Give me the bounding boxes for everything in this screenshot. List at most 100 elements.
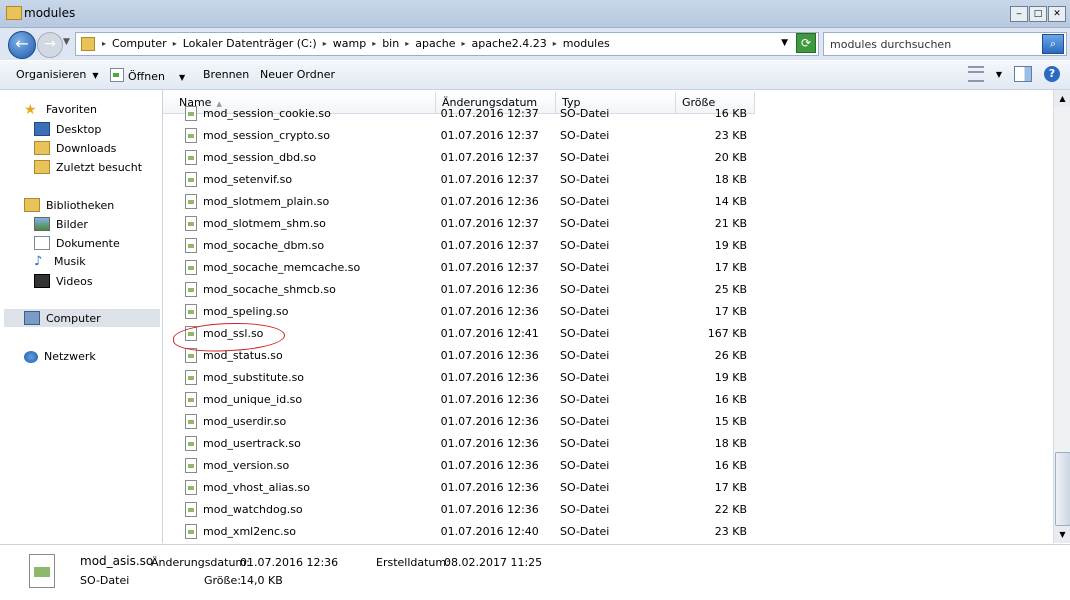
file-row[interactable]: mod_userdir.so 01.07.2016 12:36 SO-Datei 15… xyxy=(163,410,753,432)
file-name-cell: mod_slotmem_shm.so xyxy=(163,215,435,231)
breadcrumb-item[interactable]: wamp xyxy=(333,37,366,50)
search-input[interactable]: modules durchsuchen ⌕ xyxy=(823,32,1067,56)
file-type: SO-Datei xyxy=(560,172,610,186)
vertical-scrollbar[interactable]: ▲ ▼ xyxy=(1053,90,1070,543)
file-icon xyxy=(29,554,55,588)
file-name: mod_userdir.so xyxy=(203,414,287,428)
scroll-down-icon[interactable]: ▼ xyxy=(1054,526,1070,543)
nav-videos[interactable]: Videos xyxy=(34,274,93,288)
back-button[interactable]: ← xyxy=(8,31,36,59)
file-row[interactable]: mod_ssl.so 01.07.2016 12:41 SO-Datei 167 KB xyxy=(163,322,753,344)
burn-button[interactable]: Brennen xyxy=(203,68,249,81)
file-type: SO-Datei xyxy=(560,282,610,296)
file-size: 16 KB xyxy=(714,106,747,120)
chevron-right-icon[interactable]: ▸ xyxy=(173,39,177,48)
chevron-down-icon[interactable]: ▼ xyxy=(996,70,1002,79)
file-row[interactable]: mod_socache_dbm.so 01.07.2016 12:37 SO-Dat… xyxy=(163,234,753,256)
file-name-cell: mod_watchdog.so xyxy=(163,501,435,517)
breadcrumb[interactable]: ▸ Computer ▸ Lokaler Datenträger (C:) ▸ wamp ▸… xyxy=(75,32,819,56)
file-row[interactable]: mod_unique_id.so 01.07.2016 12:36 SO-Datei… xyxy=(163,388,753,410)
file-name-cell: mod_socache_memcache.so xyxy=(163,259,435,275)
preview-pane-icon[interactable] xyxy=(1014,66,1032,82)
file-icon xyxy=(185,215,197,231)
chevron-right-icon[interactable]: ▸ xyxy=(323,39,327,48)
scrollbar-thumb[interactable] xyxy=(1055,452,1070,526)
file-type: SO-Datei xyxy=(560,480,610,494)
nav-music[interactable]: ♪ Musik xyxy=(34,255,86,269)
file-list: Name ▲ Änderungsdatum Typ Größe mod_sessi… xyxy=(163,90,1053,543)
chevron-right-icon[interactable]: ▸ xyxy=(405,39,409,48)
file-row[interactable]: mod_watchdog.so 01.07.2016 12:36 SO-Datei 2… xyxy=(163,498,753,520)
view-details-icon[interactable] xyxy=(967,66,984,82)
search-icon[interactable]: ⌕ xyxy=(1042,34,1064,54)
details-modified-value: 01.07.2016 12:36 xyxy=(240,556,339,569)
file-name: mod_xml2enc.so xyxy=(203,524,296,538)
file-type: SO-Datei xyxy=(560,392,610,406)
file-row[interactable]: mod_version.so 01.07.2016 12:36 SO-Datei 16… xyxy=(163,454,753,476)
breadcrumb-item[interactable]: apache xyxy=(415,37,455,50)
file-icon xyxy=(185,127,197,143)
file-name-cell: mod_session_dbd.so xyxy=(163,149,435,165)
file-type: SO-Datei xyxy=(560,260,610,274)
file-row[interactable]: mod_session_crypto.so 01.07.2016 12:37 SO-… xyxy=(163,124,753,146)
file-row[interactable]: mod_session_cookie.so 01.07.2016 12:37 SO-… xyxy=(163,102,753,124)
file-row[interactable]: mod_socache_shmcb.so 01.07.2016 12:36 SO-D… xyxy=(163,278,753,300)
file-name-cell: mod_session_cookie.so xyxy=(163,105,435,121)
file-size: 25 KB xyxy=(714,282,747,296)
scroll-up-icon[interactable]: ▲ xyxy=(1054,90,1070,107)
nav-documents[interactable]: Dokumente xyxy=(34,236,120,250)
open-button[interactable]: Öffnen ▼ xyxy=(110,68,185,83)
maximize-button[interactable]: □ xyxy=(1029,6,1047,22)
chevron-right-icon[interactable]: ▸ xyxy=(553,39,557,48)
nav-recent[interactable]: Zuletzt besucht xyxy=(34,160,142,174)
file-type: SO-Datei xyxy=(560,326,610,340)
new-folder-button[interactable]: Neuer Ordner xyxy=(260,68,335,81)
chevron-right-icon[interactable]: ▸ xyxy=(462,39,466,48)
address-dropdown-icon[interactable]: ▼ xyxy=(781,38,788,48)
refresh-button[interactable]: ⟳ xyxy=(796,33,816,53)
breadcrumb-item[interactable]: bin xyxy=(382,37,399,50)
file-date: 01.07.2016 12:36 xyxy=(440,392,539,406)
chevron-right-icon[interactable]: ▸ xyxy=(102,39,106,48)
folder-icon xyxy=(6,6,22,20)
file-name: mod_ssl.so xyxy=(203,326,264,340)
forward-button[interactable]: → xyxy=(37,32,63,58)
file-row[interactable]: mod_slotmem_plain.so 01.07.2016 12:36 SO-D… xyxy=(163,190,753,212)
file-row[interactable]: mod_setenvif.so 01.07.2016 12:37 SO-Datei 1… xyxy=(163,168,753,190)
nav-computer[interactable]: Computer xyxy=(4,309,160,327)
nav-desktop[interactable]: Desktop xyxy=(34,122,101,136)
recent-pages-dropdown-icon[interactable]: ▼ xyxy=(63,37,70,47)
minimize-button[interactable]: ‒ xyxy=(1010,6,1028,22)
window-title: modules xyxy=(24,6,76,20)
breadcrumb-item[interactable]: Lokaler Datenträger (C:) xyxy=(183,37,317,50)
file-name: mod_substitute.so xyxy=(203,370,305,384)
file-row[interactable]: mod_slotmem_shm.so 01.07.2016 12:37 SO-Dat… xyxy=(163,212,753,234)
breadcrumb-item[interactable]: modules xyxy=(563,37,610,50)
file-row[interactable]: mod_speling.so 01.07.2016 12:36 SO-Datei 17… xyxy=(163,300,753,322)
nav-favorites[interactable]: ★ Favoriten xyxy=(24,103,97,117)
breadcrumb-item[interactable]: apache2.4.23 xyxy=(472,37,547,50)
file-row[interactable]: mod_socache_memcache.so 01.07.2016 12:37 S… xyxy=(163,256,753,278)
file-row[interactable]: mod_substitute.so 01.07.2016 12:36 SO-Date… xyxy=(163,366,753,388)
downloads-icon xyxy=(34,141,50,155)
help-icon[interactable]: ? xyxy=(1044,66,1060,82)
nav-label: Dokumente xyxy=(56,236,120,250)
videos-icon xyxy=(34,274,50,288)
nav-pictures[interactable]: Bilder xyxy=(34,217,88,231)
chevron-down-icon[interactable]: ▼ xyxy=(179,73,185,82)
file-name-cell: mod_vhost_alias.so xyxy=(163,479,435,495)
file-size: 23 KB xyxy=(714,128,747,142)
nav-libraries[interactable]: Bibliotheken xyxy=(24,198,114,212)
organize-button[interactable]: Organisieren ▼ xyxy=(16,68,98,81)
file-size: 22 KB xyxy=(714,502,747,516)
file-row[interactable]: mod_session_dbd.so 01.07.2016 12:37 SO-Dat… xyxy=(163,146,753,168)
file-row[interactable]: mod_usertrack.so 01.07.2016 12:36 SO-Datei… xyxy=(163,432,753,454)
file-row[interactable]: mod_vhost_alias.so 01.07.2016 12:36 SO-Dat… xyxy=(163,476,753,498)
nav-network[interactable]: Netzwerk xyxy=(24,350,96,363)
breadcrumb-item[interactable]: Computer xyxy=(112,37,167,50)
close-button[interactable]: ✕ xyxy=(1048,6,1066,22)
file-row[interactable]: mod_status.so 01.07.2016 12:36 SO-Datei 26 … xyxy=(163,344,753,366)
chevron-right-icon[interactable]: ▸ xyxy=(372,39,376,48)
file-row[interactable]: mod_xml2enc.so 01.07.2016 12:40 SO-Datei 23… xyxy=(163,520,753,542)
nav-downloads[interactable]: Downloads xyxy=(34,141,116,155)
